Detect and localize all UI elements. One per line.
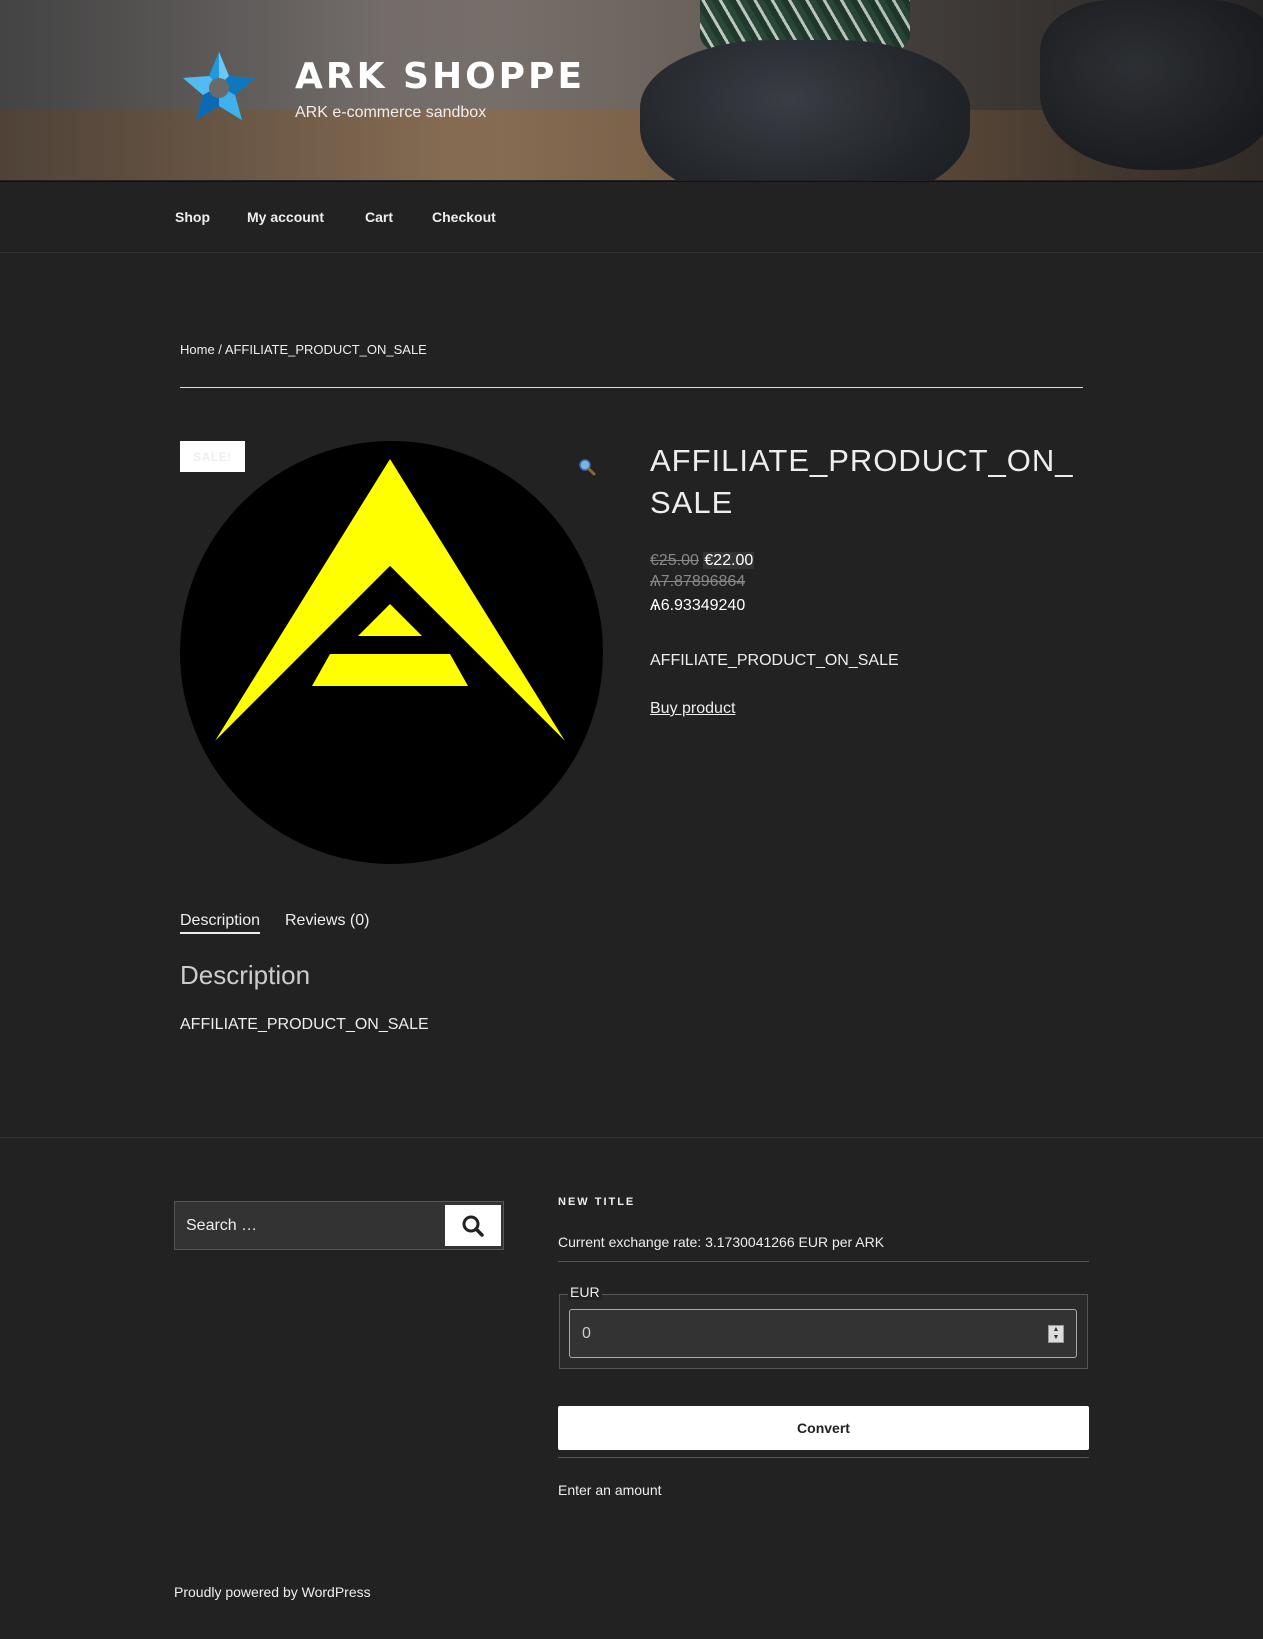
sale-price: €22.00 (703, 552, 755, 569)
spinner-up-icon[interactable]: ▲ (1053, 1326, 1060, 1334)
product-title: AFFILIATE_PRODUCT_ON_SALE (650, 443, 1074, 520)
product-image[interactable] (180, 441, 603, 864)
description-heading: Description (180, 960, 311, 990)
search-input[interactable] (175, 1202, 445, 1249)
eur-amount-input[interactable] (569, 1309, 1077, 1358)
regular-price: €25.00 (650, 552, 699, 569)
buy-product-link[interactable]: Buy product (650, 700, 735, 718)
search-button[interactable] (445, 1205, 501, 1246)
footer-divider (0, 1137, 1263, 1138)
search-form (174, 1201, 504, 1250)
search-icon (462, 1215, 484, 1237)
powered-by-link[interactable]: Proudly powered by WordPress (174, 1584, 371, 1600)
site-title[interactable]: ARK SHOPPE (295, 56, 585, 97)
widget-divider-bottom (558, 1457, 1089, 1458)
site-description: ARK e-commerce sandbox (295, 104, 487, 121)
ark-regular-price: Ѧ7.87896864 (650, 573, 746, 590)
convert-button[interactable]: Convert (558, 1406, 1089, 1450)
breadcrumb-home-link[interactable]: Home (180, 342, 215, 357)
breadcrumb: Home / AFFILIATE_PRODUCT_ON_SALE (180, 342, 427, 357)
site-logo[interactable] (180, 50, 258, 122)
sale-badge: SALE! (180, 441, 245, 472)
currency-legend: EUR (568, 1284, 602, 1300)
breadcrumb-divider (180, 387, 1083, 388)
widget-title: NEW TITLE (558, 1196, 636, 1208)
nav-item-checkout[interactable]: Checkout (432, 209, 496, 225)
description-text: AFFILIATE_PRODUCT_ON_SALE (180, 1016, 429, 1033)
exchange-rate-text: Current exchange rate: 3.1730041266 EUR … (558, 1234, 885, 1250)
breadcrumb-current: AFFILIATE_PRODUCT_ON_SALE (224, 342, 427, 357)
product-short-description: AFFILIATE_PRODUCT_ON_SALE (650, 652, 899, 669)
number-spinner[interactable]: ▲ ▼ (1048, 1325, 1064, 1343)
tab-description[interactable]: Description (180, 912, 261, 934)
price-row: €25.00 €22.00 (650, 549, 755, 573)
nav-item-shop[interactable]: Shop (175, 209, 210, 225)
tab-reviews[interactable]: Reviews (0) (285, 912, 369, 930)
nav-item-my-account[interactable]: My account (247, 209, 324, 225)
widget-divider (558, 1261, 1089, 1262)
nav-item-cart[interactable]: Cart (365, 209, 393, 225)
breadcrumb-separator: / (214, 342, 225, 357)
spinner-down-icon[interactable]: ▼ (1053, 1334, 1060, 1342)
magnifier-icon[interactable] (578, 458, 596, 476)
main-navigation: Shop My account Cart Checkout (0, 181, 1263, 253)
conversion-result-text: Enter an amount (558, 1482, 662, 1498)
ark-sale-price: Ѧ6.93349240 (650, 597, 746, 614)
